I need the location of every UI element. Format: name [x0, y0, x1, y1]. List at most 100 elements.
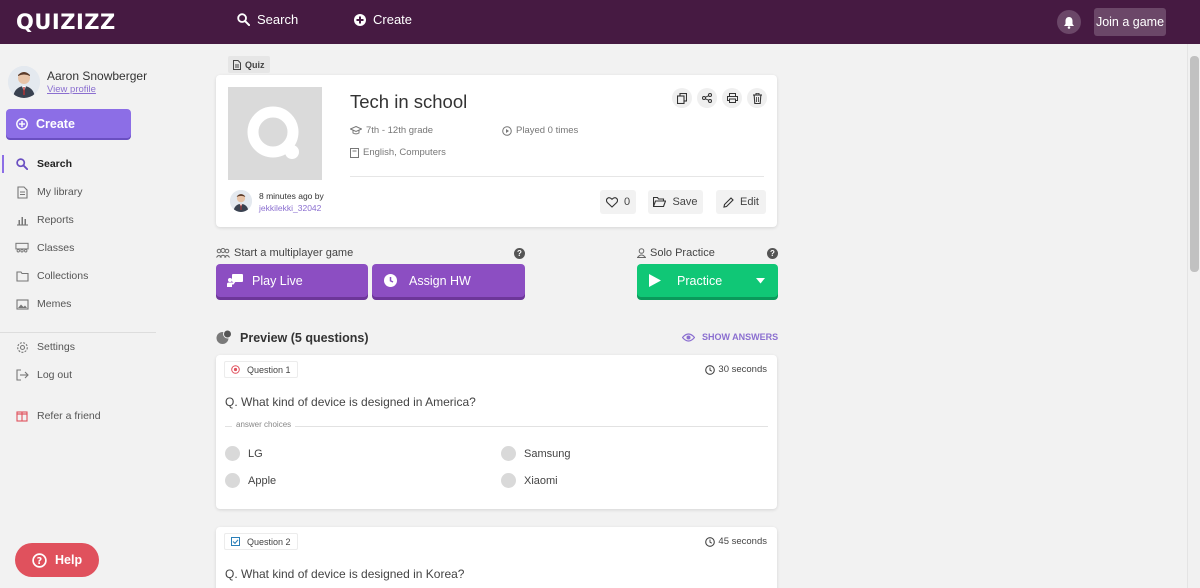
multiplayer-label: Start a multiplayer game: [234, 247, 354, 259]
edit-label: Edit: [740, 196, 759, 208]
answer-choice-text: LG: [248, 447, 263, 460]
save-button[interactable]: Save: [648, 190, 703, 214]
play-live-button[interactable]: Play Live: [216, 264, 368, 297]
quiz-type-tag: Quiz: [228, 56, 270, 73]
quizizz-logo[interactable]: QUIZIZZ: [16, 10, 116, 34]
answer-choice: LG: [225, 446, 263, 461]
solo-help-icon[interactable]: ?: [767, 248, 778, 259]
nav-create-label: Create: [373, 12, 413, 27]
folder-open-icon: [653, 197, 667, 207]
graduation-cap-icon: [350, 126, 362, 135]
top-bar: QUIZIZZ Search Create Join a game: [0, 0, 1200, 44]
answer-choice-text: Samsung: [524, 447, 571, 460]
question-card[interactable]: Question 1 30 seconds Q. What kind of de…: [216, 355, 777, 509]
quiz-subjects: English, Computers: [350, 147, 446, 158]
scrollbar-thumb[interactable]: [1190, 56, 1199, 272]
quiz-played: Played 0 times: [502, 125, 578, 136]
sidebar-item-label: Classes: [37, 242, 75, 254]
help-label: Help: [55, 553, 83, 567]
document-icon: [233, 59, 241, 70]
like-count: 0: [623, 196, 631, 208]
active-indicator: [2, 155, 4, 173]
question-label-tag: Question 2: [224, 533, 298, 550]
quiz-subjects-text: English, Computers: [363, 147, 446, 158]
sidebar-create-button[interactable]: Create: [6, 109, 131, 138]
gift-icon: [15, 409, 29, 423]
share-button[interactable]: [697, 88, 717, 108]
play-icon: [649, 274, 661, 287]
copy-icon: [677, 92, 687, 104]
answer-choices-label: answer choices: [232, 420, 296, 429]
sidebar-item-search[interactable]: Search: [0, 153, 156, 175]
assign-hw-button[interactable]: Assign HW: [372, 264, 525, 297]
practice-button[interactable]: Practice: [637, 264, 778, 297]
quizizz-q-logo-icon: [247, 106, 299, 159]
trash-icon: [752, 92, 762, 104]
question-card[interactable]: Question 2 45 seconds Q. What kind of de…: [216, 527, 777, 588]
question-text: Q. What kind of device is designed in Am…: [225, 395, 476, 409]
user-avatar[interactable]: [8, 66, 40, 98]
choice-indicator: [225, 446, 240, 461]
help-button[interactable]: ? Help: [15, 543, 99, 577]
multiplayer-section-label: Start a multiplayer game: [216, 247, 353, 259]
questions-icon: [216, 329, 232, 344]
chevron-down-icon[interactable]: [756, 278, 765, 284]
sidebar-item-memes[interactable]: Memes: [0, 293, 156, 315]
quiz-title: Tech in school: [350, 91, 468, 112]
assign-hw-label: Assign HW: [409, 273, 471, 288]
author-avatar[interactable]: [230, 190, 252, 212]
plus-circle-icon: [354, 13, 366, 26]
page-scrollbar[interactable]: [1187, 44, 1200, 588]
question-label: Question 1: [247, 364, 291, 375]
present-icon: [227, 274, 243, 287]
quiz-tag-label: Quiz: [245, 59, 265, 70]
choice-indicator: [501, 446, 516, 461]
like-button[interactable]: 0: [600, 190, 636, 214]
show-answers-label: SHOW ANSWERS: [702, 332, 779, 342]
svg-text:?: ?: [37, 555, 42, 566]
classes-icon: [15, 241, 29, 255]
sidebar-item-label: Collections: [37, 270, 89, 282]
clock-icon: [384, 274, 397, 287]
clock-icon: [705, 536, 716, 547]
sidebar-item-settings[interactable]: Settings: [0, 336, 156, 358]
folder-icon: [15, 269, 29, 283]
image-icon: [15, 297, 29, 311]
bell-icon: [1064, 16, 1074, 29]
question-label: Question 2: [247, 536, 291, 547]
edit-button[interactable]: Edit: [716, 190, 766, 214]
show-answers-button[interactable]: SHOW ANSWERS: [682, 332, 778, 342]
share-icon: [702, 93, 712, 103]
print-button[interactable]: [722, 88, 742, 108]
radio-target-icon: [231, 365, 240, 374]
sidebar-item-collections[interactable]: Collections: [0, 265, 156, 287]
author-link[interactable]: jekkilekki_32042: [259, 203, 321, 213]
save-label: Save: [672, 196, 698, 208]
duplicate-button[interactable]: [672, 88, 692, 108]
sidebar-item-classes[interactable]: Classes: [0, 237, 156, 259]
sidebar-create-label: Create: [36, 116, 75, 131]
card-divider: [350, 176, 764, 177]
answer-choice: Xiaomi: [501, 473, 558, 488]
view-profile-link[interactable]: View profile: [47, 84, 96, 95]
sidebar-item-log-out[interactable]: Log out: [0, 364, 156, 386]
gear-icon: [15, 340, 29, 354]
sidebar-item-label: Memes: [37, 298, 72, 310]
nav-create-button[interactable]: Create: [354, 12, 412, 27]
nav-search-button[interactable]: Search: [237, 12, 298, 27]
sidebar-item-my-library[interactable]: My library: [0, 181, 156, 203]
sidebar-item-label: My library: [37, 186, 83, 198]
quiz-grade-text: 7th - 12th grade: [366, 125, 434, 136]
pencil-icon: [723, 196, 734, 208]
multiplayer-help-icon[interactable]: ?: [514, 248, 525, 259]
sidebar-item-label: Log out: [37, 369, 73, 381]
delete-button[interactable]: [747, 88, 767, 108]
user-icon: [637, 248, 646, 258]
nav-search-label: Search: [257, 12, 299, 27]
notifications-button[interactable]: [1057, 10, 1081, 34]
library-icon: [15, 185, 29, 199]
join-game-button[interactable]: Join a game: [1094, 8, 1166, 36]
sidebar-item-refer-a-friend[interactable]: Refer a friend: [0, 405, 156, 427]
sidebar-item-reports[interactable]: Reports: [0, 209, 156, 231]
quiz-grade: 7th - 12th grade: [350, 125, 433, 136]
